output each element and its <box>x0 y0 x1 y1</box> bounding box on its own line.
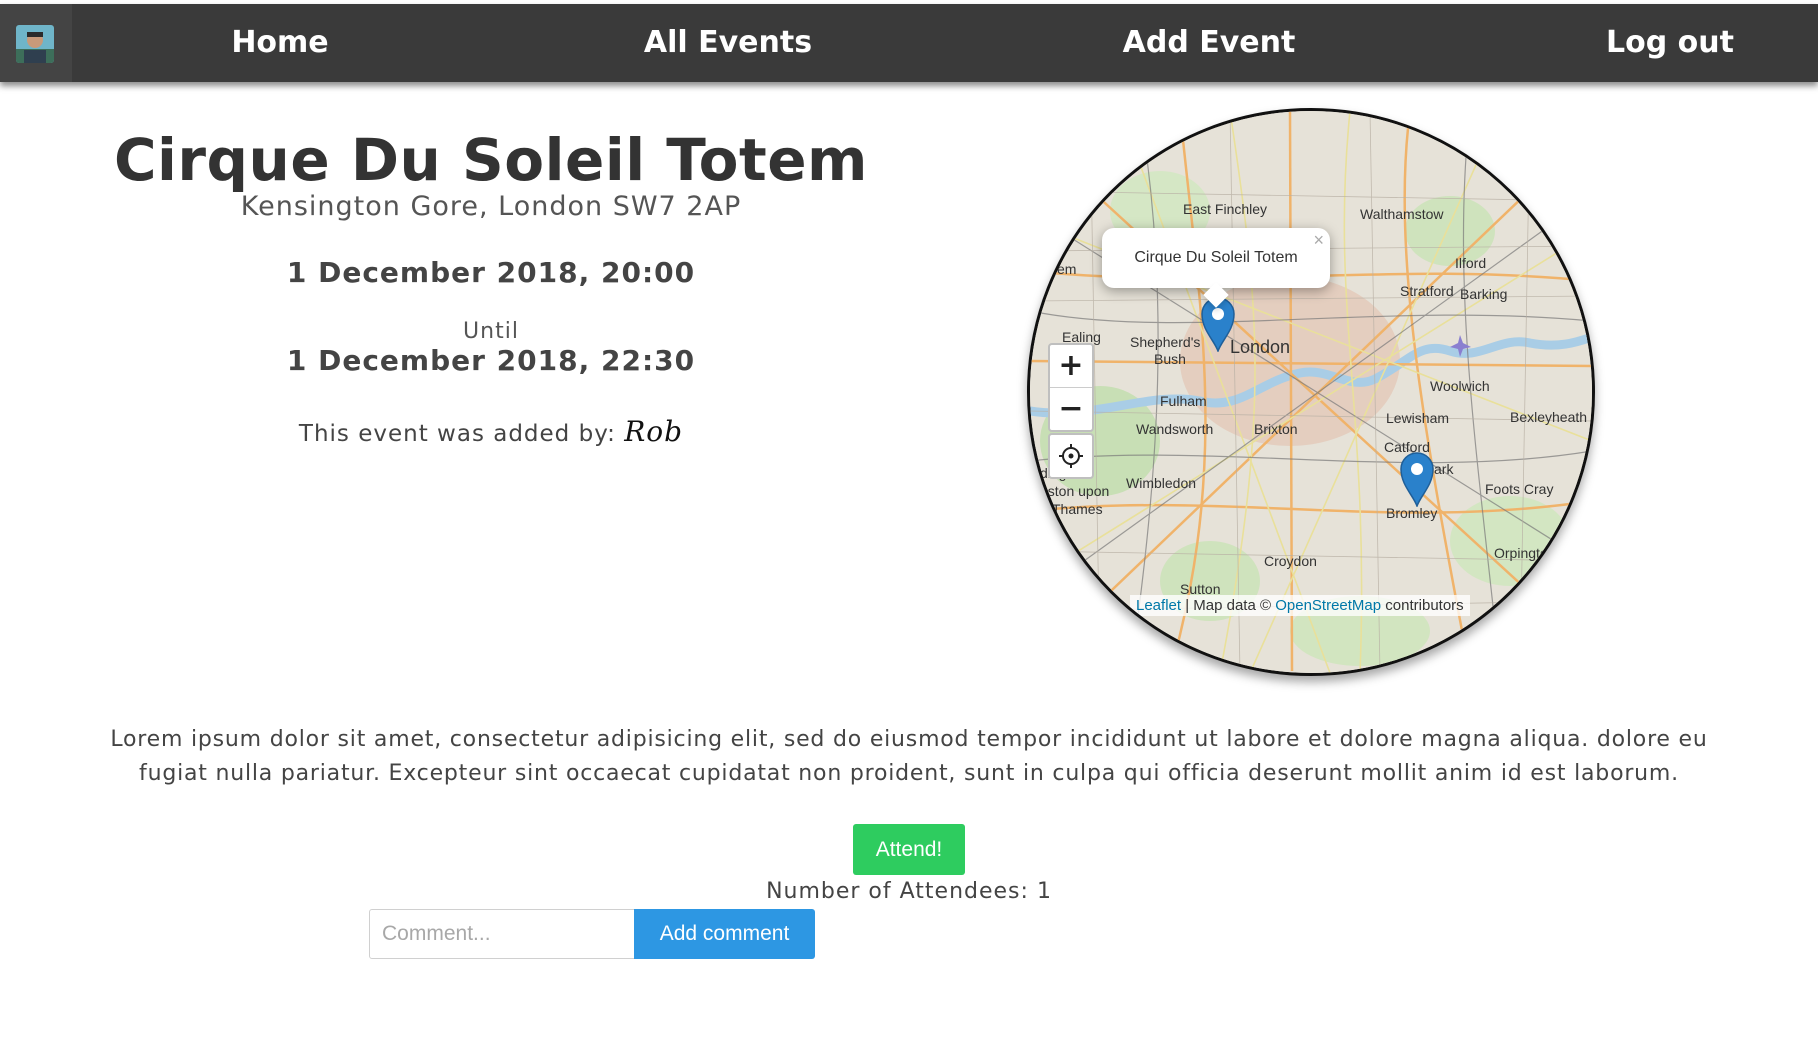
add-comment-button[interactable]: Add comment <box>634 909 815 959</box>
nav-log-out[interactable]: Log out <box>1598 4 1742 82</box>
osm-link[interactable]: OpenStreetMap <box>1275 597 1381 614</box>
map-label: Wimbledon <box>1126 475 1197 491</box>
attribution-text: | Map data © <box>1181 597 1276 614</box>
map-pin-icon[interactable] <box>1399 451 1435 509</box>
map-label: Brixton <box>1254 421 1298 437</box>
event-start-date: 1 December 2018, 20:00 <box>286 256 696 289</box>
map-label: Walthamstow <box>1360 206 1444 222</box>
map-label: Ilford <box>1455 255 1487 271</box>
avatar-container[interactable] <box>0 4 72 82</box>
nav-all-events[interactable]: All Events <box>630 4 826 82</box>
until-label: Until <box>463 319 519 344</box>
attendees-label: Number of Attendees: <box>766 879 1029 904</box>
map-label: Bush <box>1154 351 1186 367</box>
map-label: Wandsworth <box>1136 421 1214 437</box>
map-label: Barking <box>1460 286 1508 302</box>
map-label: Fulham <box>1160 393 1207 409</box>
map-popup: Cirque Du Soleil Totem × <box>1102 228 1330 308</box>
nav-home[interactable]: Home <box>200 4 360 82</box>
map-label: ark <box>1434 461 1454 477</box>
attribution-suffix: contributors <box>1381 597 1464 614</box>
zoom-in-button[interactable]: + <box>1050 345 1092 387</box>
map-label: Shepherd's <box>1130 334 1201 350</box>
close-icon[interactable]: × <box>1313 210 1324 270</box>
added-by-name: Rob <box>624 415 684 448</box>
zoom-control: + − <box>1048 343 1094 432</box>
added-by-line: This event was added by: Rob <box>90 415 892 448</box>
leaflet-link[interactable]: Leaflet <box>1136 597 1181 614</box>
map-label: Wem <box>1044 261 1077 277</box>
map-label: Thames <box>1052 501 1103 517</box>
attend-button[interactable]: Attend! <box>853 824 965 875</box>
nav-add-event[interactable]: Add Event <box>1116 4 1302 82</box>
map-attribution: Leaflet | Map data © OpenStreetMap contr… <box>1130 595 1470 616</box>
map-tiles[interactable] <box>1030 111 1592 673</box>
map-label: gston upon <box>1040 483 1110 499</box>
map-label: Woolwich <box>1430 378 1490 394</box>
event-info: Cirque Du Soleil Totem Kensington Gore, … <box>90 115 892 448</box>
map-label: Foots Cray <box>1485 481 1554 497</box>
map-label: Lewisham <box>1386 410 1450 426</box>
comment-input[interactable] <box>369 909 635 959</box>
map-label: East Finchley <box>1183 201 1268 217</box>
avatar[interactable] <box>16 25 54 63</box>
crosshair-icon <box>1059 444 1083 468</box>
event-end-date: 1 December 2018, 22:30 <box>286 344 696 377</box>
popup-text: Cirque Du Soleil Totem <box>1134 249 1298 266</box>
other-event-marker[interactable] <box>1399 451 1435 511</box>
map-label: Orpington <box>1494 545 1556 561</box>
map-label: Stratford <box>1400 283 1454 299</box>
event-description: Lorem ipsum dolor sit amet, consectetur … <box>110 727 1708 786</box>
map-label: London <box>1230 337 1291 357</box>
added-by-label: This event was added by: <box>298 421 616 447</box>
attendees-count: Number of Attendees: 1 <box>700 876 1118 908</box>
zoom-out-button[interactable]: − <box>1050 387 1092 430</box>
navbar: Home All Events Add Event Log out <box>0 4 1818 82</box>
map-label: Croydon <box>1264 553 1317 569</box>
locate-button[interactable] <box>1048 433 1094 479</box>
map-label: Bexleyheath <box>1510 409 1588 425</box>
event-map[interactable]: East Finchley Walthamstow Ilford Stratfo… <box>1027 108 1595 676</box>
attendees-value: 1 <box>1036 879 1052 904</box>
